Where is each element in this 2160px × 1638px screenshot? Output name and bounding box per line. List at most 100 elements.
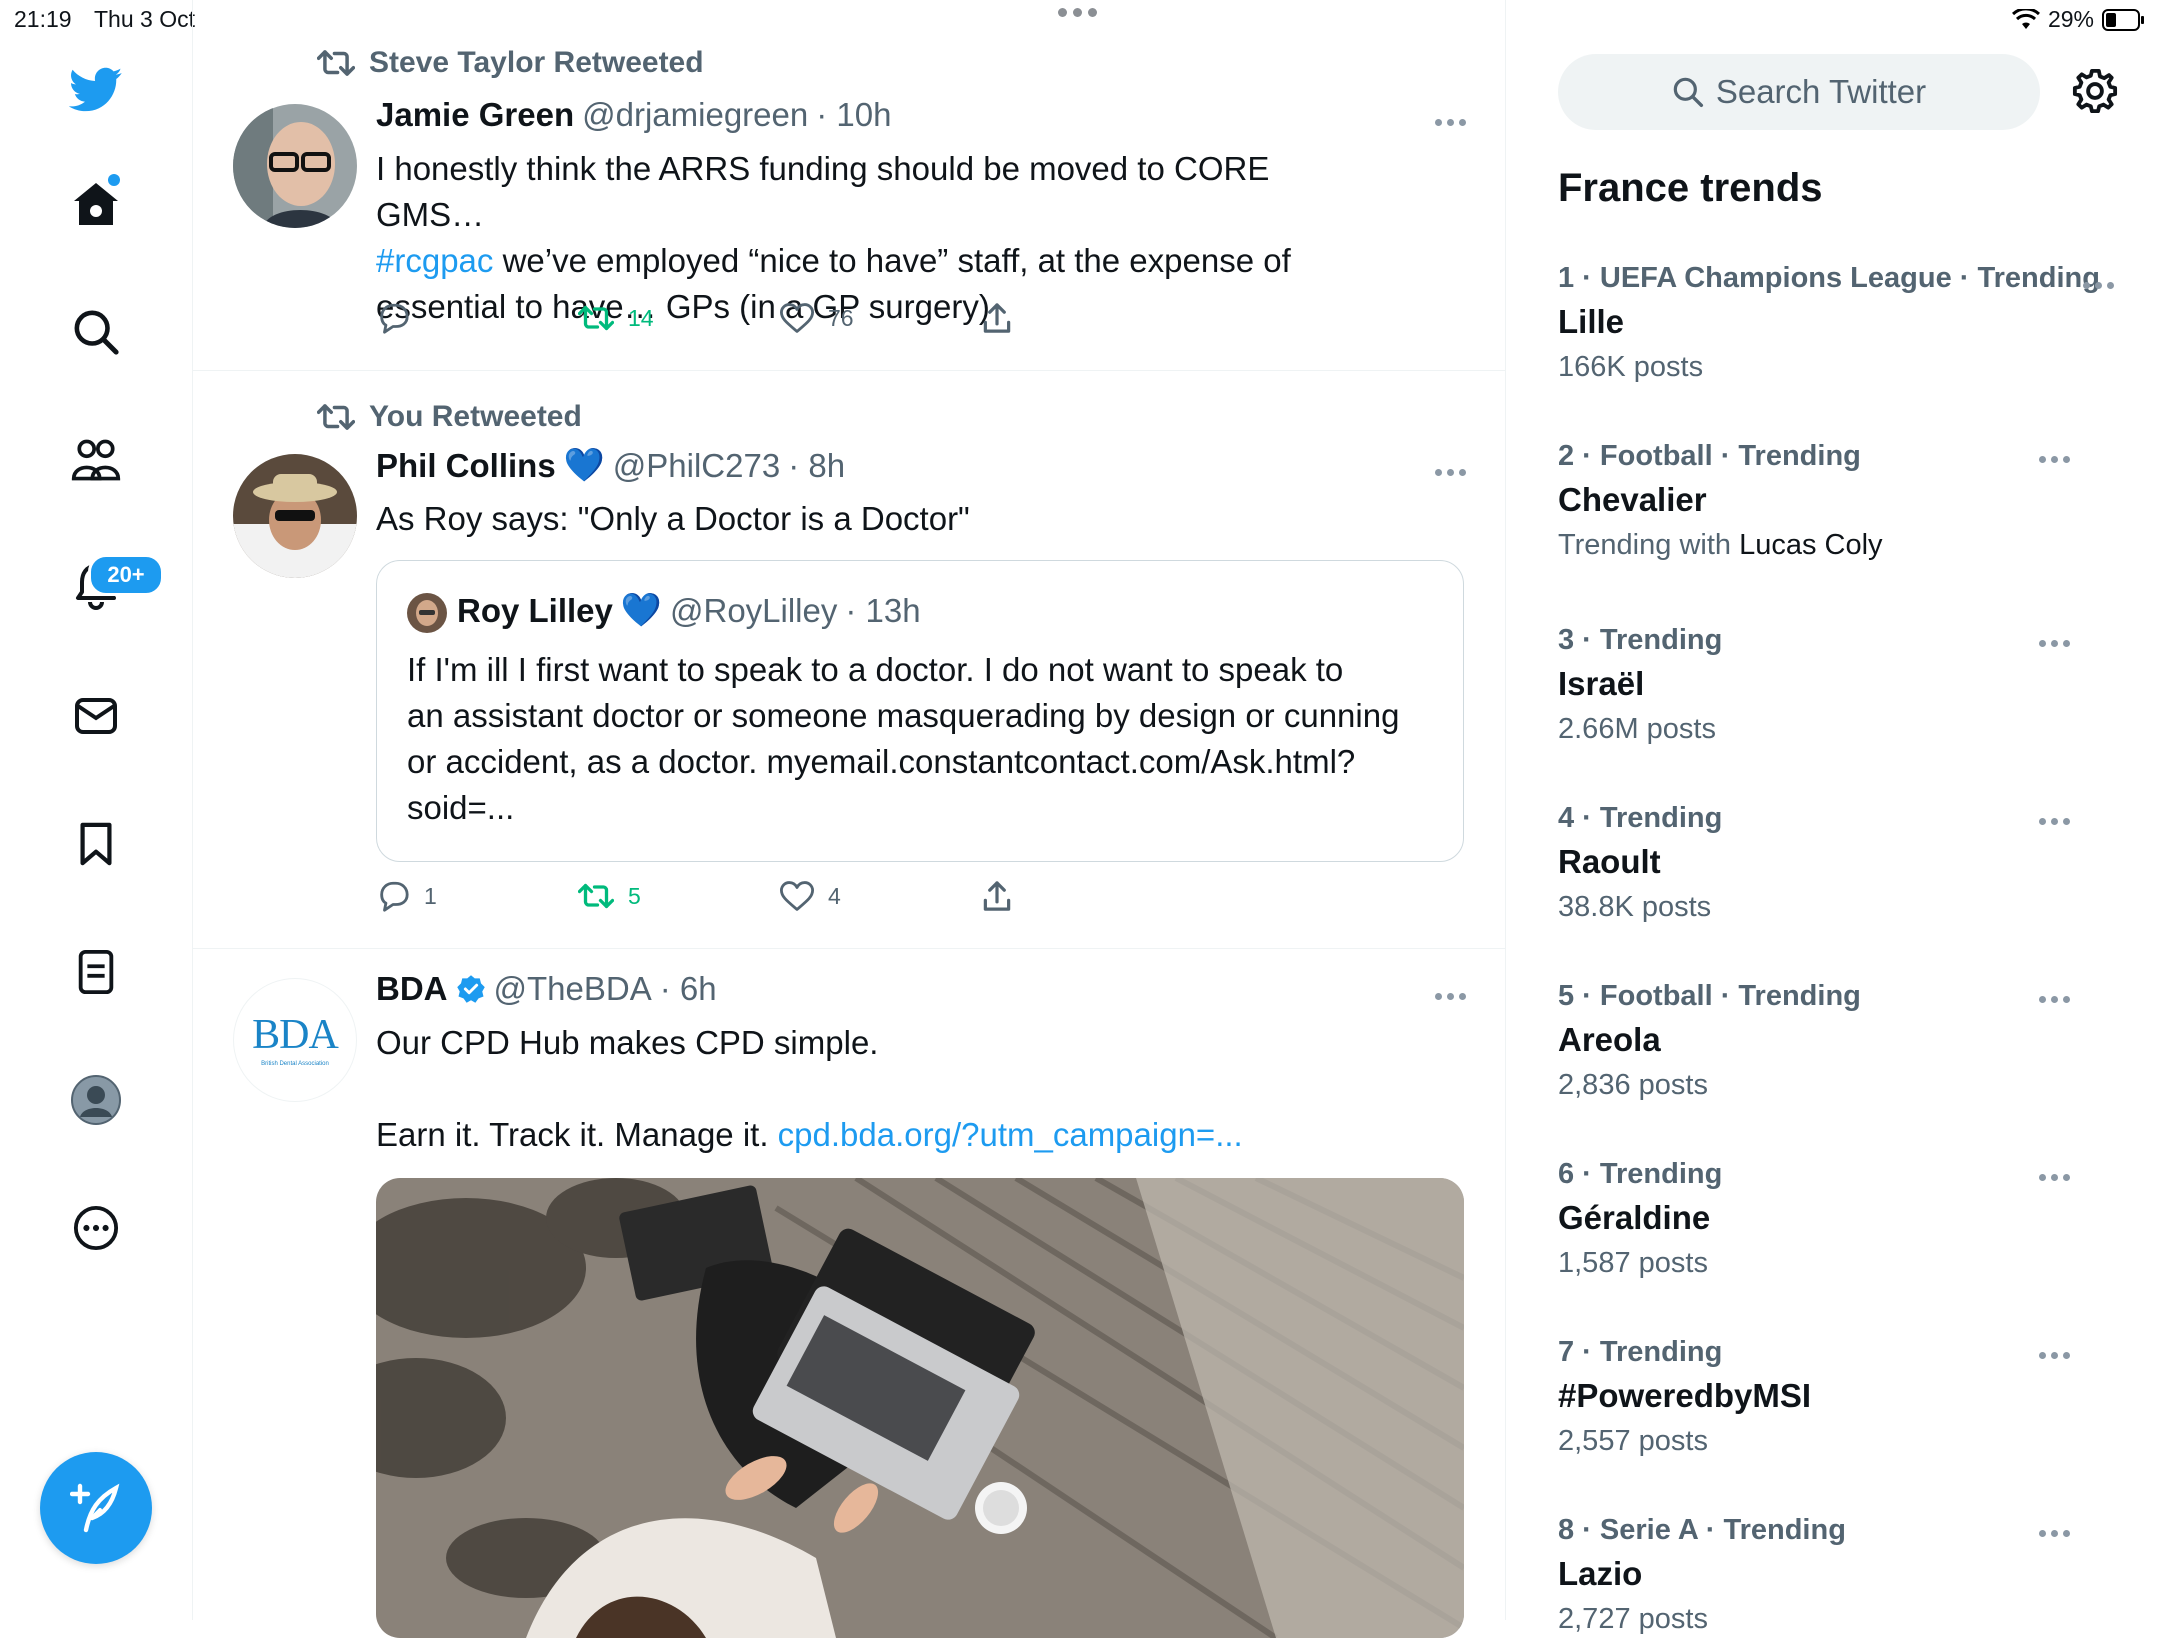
trend-more-icon[interactable] — [2039, 456, 2070, 463]
author-handle[interactable]: @TheBDA — [494, 970, 652, 1008]
tweet-text-line: Earn it. Track it. Manage it. — [376, 1116, 778, 1153]
messages-icon[interactable] — [66, 686, 126, 746]
settings-gear-icon[interactable] — [2072, 68, 2118, 114]
author-handle[interactable]: @drjamiegreen — [582, 96, 808, 134]
reply-icon — [380, 881, 409, 912]
retweet-context: You Retweeted — [317, 400, 582, 434]
trend-more-icon[interactable] — [2039, 996, 2070, 1003]
profile-icon[interactable] — [66, 1070, 126, 1130]
search-input[interactable]: Search Twitter — [1558, 54, 2040, 130]
tweet-time[interactable]: · 10h — [816, 96, 891, 134]
retweet-button[interactable]: 14 — [578, 304, 780, 332]
share-icon — [983, 881, 1011, 911]
tweet-1[interactable]: Steve Taylor Retweeted Jamie Green @drja… — [193, 36, 1505, 370]
share-icon — [983, 303, 1011, 333]
trend-name: Géraldine — [1558, 1199, 1711, 1236]
author-name[interactable]: BDA — [376, 970, 448, 1008]
verified-badge-icon — [456, 975, 485, 1003]
trend-item[interactable]: 7 · Trending #PoweredbyMSI 2,557 posts — [1558, 1336, 2118, 1458]
tweet-link[interactable]: cpd.bda.org/?utm_campaign=... — [778, 1116, 1243, 1153]
twitter-logo-icon[interactable] — [66, 60, 126, 120]
trend-item[interactable]: 6 · Trending Géraldine 1,587 posts — [1558, 1158, 2118, 1280]
trend-item[interactable]: 2 · Football · Trending Chevalier Trendi… — [1558, 440, 2118, 562]
trend-meta: 7 · Trending — [1558, 1336, 1723, 1368]
trend-item[interactable]: 1 · UEFA Champions League · Trending Lil… — [1558, 262, 2118, 384]
avatar[interactable] — [233, 454, 357, 578]
explore-icon[interactable] — [66, 302, 126, 362]
like-button[interactable]: 76 — [780, 303, 982, 333]
retweet-count: 14 — [628, 304, 654, 331]
trend-more-icon[interactable] — [2039, 640, 2070, 647]
author-name[interactable]: Jamie Green — [376, 96, 574, 134]
reply-button[interactable]: 1 — [376, 880, 578, 912]
trend-meta: 8 · Serie A · Trending — [1558, 1514, 1846, 1546]
tweet-text: As Roy says: "Only a Doctor is a Doctor" — [376, 500, 970, 537]
tweet-more-icon[interactable] — [1435, 993, 1466, 1000]
trend-more-icon[interactable] — [2039, 1530, 2070, 1537]
tweet-more-icon[interactable] — [1435, 469, 1466, 476]
trend-meta: 3 · Trending — [1558, 624, 1723, 656]
trend-context: Trending with — [1558, 529, 1740, 561]
trend-meta: 2 · Football · Trending — [1558, 440, 1861, 472]
tweet-time[interactable]: · 6h — [660, 970, 717, 1008]
trend-name: Lazio — [1558, 1555, 1643, 1592]
trend-item[interactable]: 4 · Trending Raoult 38.8K posts — [1558, 802, 2118, 924]
avatar[interactable] — [233, 104, 357, 228]
retweet-button[interactable]: 5 — [578, 882, 780, 910]
heart-icon — [780, 303, 814, 333]
wifi-icon — [2011, 8, 2040, 29]
like-button[interactable]: 4 — [780, 881, 982, 911]
retweet-icon — [578, 305, 614, 331]
tweet-header: Jamie Green @drjamiegreen · 10h — [376, 96, 891, 134]
search-icon — [1673, 77, 1703, 108]
trend-meta: 6 · Trending — [1558, 1158, 1723, 1190]
share-button[interactable] — [982, 302, 1184, 334]
communities-icon[interactable] — [66, 430, 126, 490]
trend-name: Chevalier — [1558, 481, 1707, 518]
tweet-actions: 1 5 4 — [376, 880, 1184, 912]
trend-item[interactable]: 8 · Serie A · Trending Lazio 2,727 posts — [1558, 1514, 2118, 1636]
avatar[interactable]: BDA British Dental Association — [233, 978, 357, 1102]
retweet-context: Steve Taylor Retweeted — [317, 46, 704, 80]
reply-button[interactable] — [376, 302, 578, 334]
avatar-logo-subtext: British Dental Association — [261, 1061, 329, 1067]
avatar-logo-text: BDA — [252, 1012, 339, 1058]
tweet-more-icon[interactable] — [1435, 119, 1466, 126]
trend-more-icon[interactable] — [2039, 1352, 2070, 1359]
trend-count: 2,836 posts — [1558, 1069, 1708, 1101]
bookmarks-icon[interactable] — [66, 814, 126, 874]
trend-item[interactable]: 3 · Trending Israël 2.66M posts — [1558, 624, 2118, 746]
search-placeholder: Search Twitter — [1715, 73, 1927, 110]
trend-context-name: Lucas Coly — [1739, 529, 1883, 561]
tweet-actions: 14 76 — [376, 302, 1184, 334]
reply-count: 1 — [424, 882, 437, 909]
status-indicators: 29% — [2011, 6, 2146, 33]
author-handle[interactable]: @PhilC273 — [613, 447, 780, 485]
trend-more-icon[interactable] — [2083, 282, 2114, 289]
trend-meta: 4 · Trending — [1558, 802, 1723, 834]
quoted-author-name: Roy Lilley — [457, 591, 613, 629]
quoted-tweet-time: · 13h — [845, 591, 921, 629]
quoted-text-line: an assistant doctor or someone masquerad… — [407, 697, 1400, 734]
tweet-media-image[interactable] — [376, 1178, 1464, 1638]
retweet-count: 5 — [628, 882, 641, 909]
hashtag-link[interactable]: #rcgpac — [376, 242, 493, 279]
trend-name: Raoult — [1558, 843, 1661, 880]
author-name[interactable]: Phil Collins — [376, 447, 556, 485]
quoted-avatar — [407, 593, 447, 633]
share-button[interactable] — [982, 880, 1184, 912]
more-icon[interactable] — [66, 1198, 126, 1258]
tweet-text: Our CPD Hub makes CPD simple. Earn it. T… — [376, 1020, 1376, 1158]
quoted-text-line: If I'm ill I first want to speak to a do… — [407, 651, 1344, 688]
compose-tweet-button[interactable] — [40, 1452, 152, 1564]
quoted-text-line: or accident, as a doctor. myemail.consta… — [407, 743, 1356, 780]
trend-more-icon[interactable] — [2039, 1174, 2070, 1181]
quoted-header: Roy Lilley 💙 @RoyLilley · 13h — [457, 591, 921, 630]
quoted-tweet[interactable]: Roy Lilley 💙 @RoyLilley · 13h If I'm ill… — [376, 560, 1464, 862]
quoted-text-line: soid=... — [407, 789, 515, 826]
trend-item[interactable]: 5 · Football · Trending Areola 2,836 pos… — [1558, 980, 2118, 1102]
tweet-time[interactable]: · 8h — [788, 447, 845, 485]
trend-name: Lille — [1558, 303, 1625, 340]
lists-icon[interactable] — [66, 942, 126, 1002]
trend-more-icon[interactable] — [2039, 818, 2070, 825]
